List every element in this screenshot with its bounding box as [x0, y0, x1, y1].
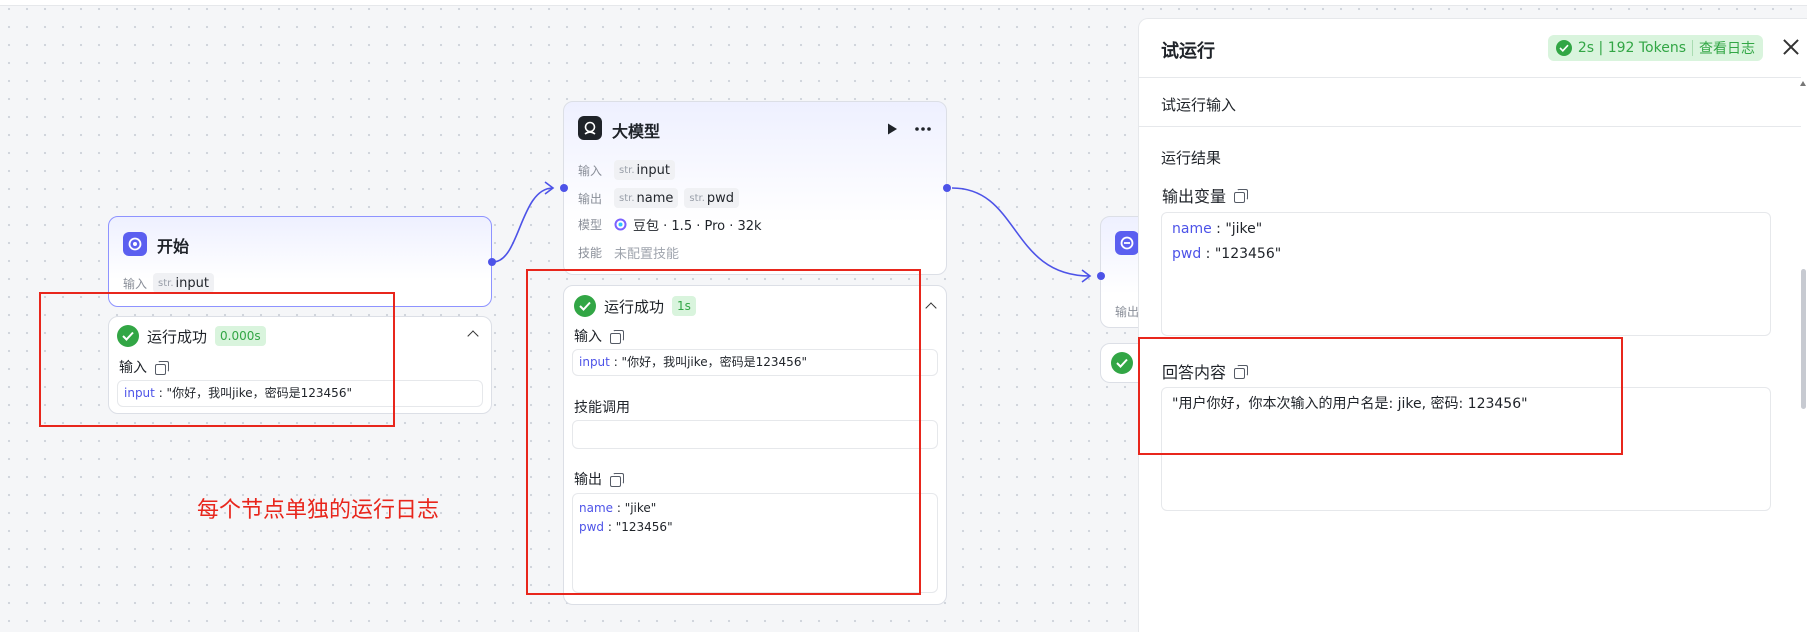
- llm-node-title: 大模型: [612, 122, 661, 141]
- start-node-icon: [123, 232, 147, 256]
- run-summary-badge: 2s | 192 Tokens 查看日志: [1547, 35, 1763, 61]
- end-node-input-port[interactable]: [1097, 272, 1105, 280]
- llm-input-row: 输入 str. input: [578, 160, 675, 180]
- llm-input-tag: str. input: [614, 160, 675, 180]
- llm-output-tag: str. pwd: [684, 188, 740, 208]
- llm-node-output-port[interactable]: [943, 184, 951, 192]
- panel-divider: [1139, 126, 1801, 127]
- badge-separator: [1692, 40, 1693, 56]
- llm-output-row: 输出 str. name str. pwd: [578, 188, 740, 208]
- collapse-chevron-icon[interactable]: [925, 302, 937, 314]
- more-options-icon[interactable]: [914, 126, 932, 132]
- run-node-icon[interactable]: [885, 122, 899, 136]
- test-run-panel: 试运行 2s | 192 Tokens 查看日志 试运行输入 运行结果 输出变量…: [1138, 18, 1807, 632]
- run-result-section: 运行结果: [1161, 149, 1222, 167]
- end-node-output-label: 输出: [1115, 305, 1140, 319]
- collapse-chevron-icon[interactable]: [467, 330, 479, 342]
- llm-skill-row: 技能 未配置技能: [578, 243, 679, 262]
- panel-scrollbar[interactable]: [1801, 269, 1806, 409]
- run-summary-text: 2s | 192 Tokens: [1577, 40, 1686, 56]
- start-node-input-row: 输入 str. input: [123, 273, 214, 293]
- start-input-tag: str. input: [153, 273, 214, 293]
- llm-model-row: 模型 豆包 · 1.5 · Pro · 32k: [578, 215, 762, 234]
- output-var-line: pwd : "123456": [1172, 246, 1282, 262]
- start-input-label: 输入: [123, 276, 148, 291]
- test-input-section[interactable]: 试运行输入: [1161, 94, 1236, 115]
- scroll-up-arrow-icon[interactable]: [1800, 81, 1806, 86]
- annotation-box-start-log: [39, 292, 395, 427]
- llm-model-value: 豆包 · 1.5 · Pro · 32k: [633, 219, 762, 234]
- annotation-box-llm-log: [526, 269, 921, 595]
- close-icon[interactable]: [1781, 37, 1801, 57]
- start-node-output-port[interactable]: [488, 258, 496, 266]
- panel-title: 试运行: [1161, 41, 1215, 62]
- llm-node-input-port[interactable]: [560, 184, 568, 192]
- llm-output-tag: str. name: [614, 188, 679, 208]
- success-check-icon: [1555, 40, 1572, 56]
- doubao-model-icon: [614, 218, 627, 231]
- annotation-text: 每个节点单独的运行日志: [197, 498, 440, 523]
- output-vars-label: 输出变量: [1162, 183, 1249, 207]
- copy-icon[interactable]: [1234, 188, 1249, 203]
- success-check-icon: [1111, 352, 1133, 374]
- llm-node-icon: [578, 116, 602, 140]
- annotation-box-answer: [1138, 337, 1623, 455]
- start-node-title: 开始: [157, 237, 190, 256]
- end-node-icon: [1115, 231, 1139, 255]
- output-var-line: name : "jike": [1172, 221, 1263, 237]
- llm-node[interactable]: 大模型 输入 str. input 输出 str. name str. pwd 模型 …: [563, 101, 947, 275]
- edge-start-to-llm: [492, 187, 554, 263]
- llm-skill-value: 未配置技能: [614, 247, 680, 262]
- view-log-link[interactable]: 查看日志: [1699, 38, 1755, 58]
- output-vars-box: name : "jike" pwd : "123456": [1161, 212, 1771, 336]
- edge-llm-to-end: [951, 187, 1091, 277]
- panel-divider: [1139, 77, 1801, 78]
